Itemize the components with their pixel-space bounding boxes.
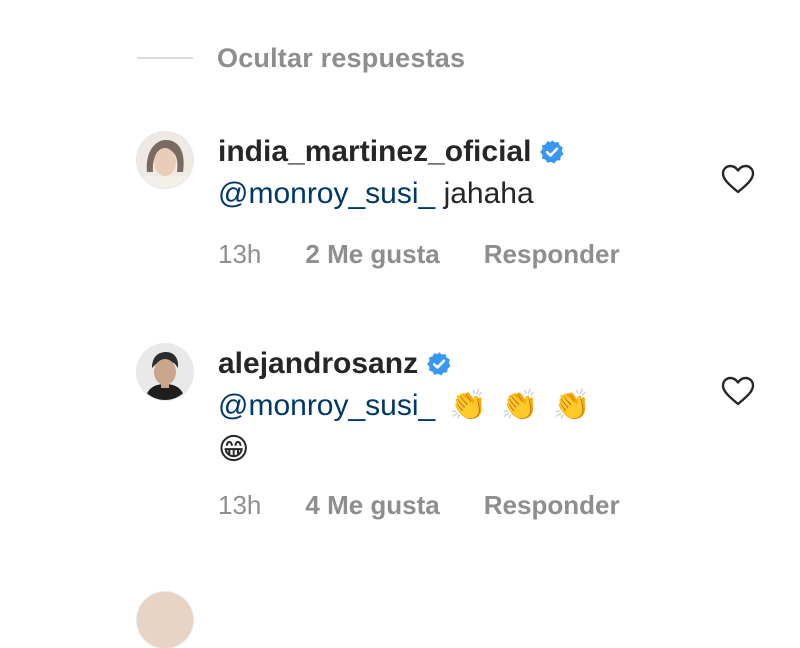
avatar[interactable] [137,344,193,400]
comment-likes[interactable]: 2 Me gusta [305,239,439,270]
clapping-hands-emoji: 👏 [552,388,591,423]
comment-message: jahaha [443,177,534,210]
like-heart-icon[interactable] [721,164,755,194]
comment-username[interactable]: alejandrosanz [218,347,418,381]
comment-likes[interactable]: 4 Me gusta [305,490,439,521]
comment-time: 13h [218,489,262,520]
comment-text: @monroy_susi_ jahaha [218,172,718,216]
avatar[interactable] [137,592,193,648]
comment-username[interactable]: india_martinez_oficial [218,135,531,169]
comment-text: @monroy_susi_ 👏 👏 👏 [218,384,718,428]
mention-link[interactable]: @monroy_susi_ [218,389,435,422]
woman-portrait-avatar-icon [137,132,193,188]
clapping-hands-emoji: 👏 [501,388,539,423]
hide-replies-toggle[interactable]: Ocultar respuestas [137,38,465,78]
comment-item: alejandrosanz @monroy_susi_ 👏 👏 👏 😁 13h … [137,344,777,534]
like-heart-icon[interactable] [721,376,755,406]
clapping-hands-emoji: 👏 [449,388,487,423]
man-portrait-avatar-icon [137,344,193,400]
comment-meta: 13h 4 Me gusta Responder [218,487,620,523]
hide-replies-label: Ocultar respuestas [217,42,466,73]
avatar[interactable] [137,132,193,188]
comment-text-line-2: 😁 [218,428,718,472]
comment-time: 13h [218,238,262,269]
verified-badge-icon [426,351,452,377]
grinning-face-emoji: 😁 [218,432,250,467]
hide-replies-divider [137,57,193,59]
verified-badge-icon [539,139,565,165]
comment-item: india_martinez_oficial @monroy_susi_ jah… [137,132,777,282]
mention-link[interactable]: @monroy_susi_ [218,177,435,210]
comment-meta: 13h 2 Me gusta Responder [218,236,620,272]
reply-button[interactable]: Responder [484,490,620,521]
reply-button[interactable]: Responder [484,239,620,270]
